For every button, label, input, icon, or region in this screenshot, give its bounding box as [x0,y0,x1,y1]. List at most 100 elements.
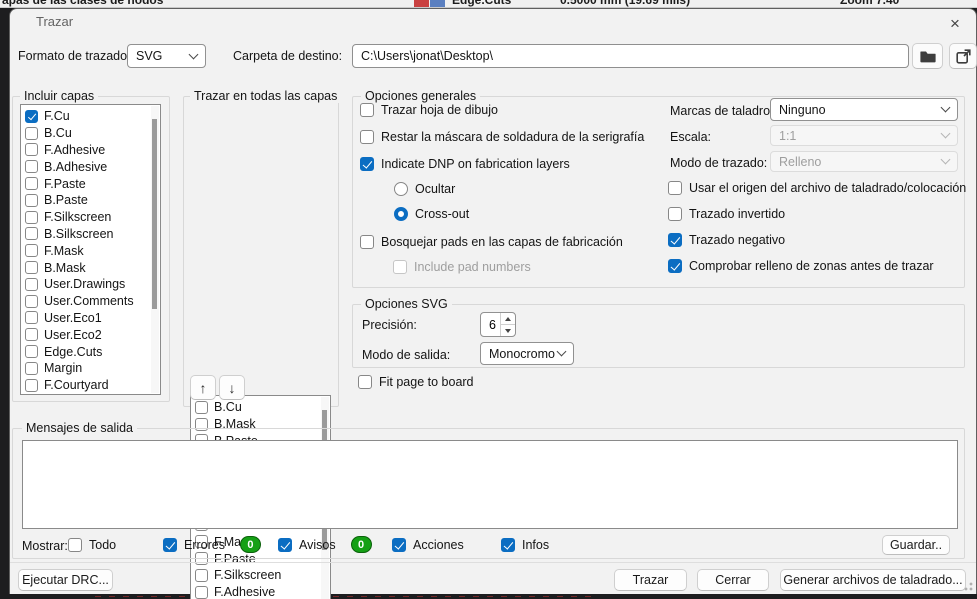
layer-checkbox[interactable] [25,177,38,191]
radio-row[interactable]: Cross-out [394,207,469,221]
fit-page-checkbox-row[interactable]: Fit page to board [358,375,474,389]
browse-folder-button[interactable] [912,43,943,69]
layer-checkbox[interactable] [25,244,38,258]
option-checkbox-row[interactable]: Trazado negativo [668,233,966,247]
layer-list-item[interactable]: B.Cu [195,399,330,416]
layer-list-item[interactable]: User.Eco1 [25,310,160,327]
layer-list-item[interactable]: F.Paste [25,175,160,192]
layer-list-item[interactable]: B.Adhesive [25,158,160,175]
drill-marks-select[interactable]: Ninguno [770,98,958,121]
generate-drill-files-button[interactable]: Generar archivos de taladrado... [780,569,966,591]
checkbox-label: Trazado negativo [689,233,786,247]
checkbox[interactable] [68,537,82,552]
layer-checkbox[interactable] [25,311,38,325]
precision-stepper[interactable]: 6 [480,312,516,337]
option-checkbox-row[interactable]: Comprobar relleno de zonas antes de traz… [668,259,966,273]
layer-checkbox[interactable] [25,227,38,241]
layer-list-item[interactable]: User.Comments [25,293,160,310]
checkbox[interactable] [360,130,374,144]
checkbox[interactable] [668,233,682,247]
plot-format-select[interactable]: SVG [127,44,206,68]
message-filter-row[interactable]: Avisos 0 [278,536,392,553]
layer-list-item[interactable]: Margin [25,360,160,377]
layer-checkbox[interactable] [25,261,38,275]
layer-list-item[interactable]: F.Adhesive [25,142,160,159]
layer-checkbox[interactable] [25,294,38,308]
track-width-fragment: 0.5000 mm (19.69 mils) [560,0,691,7]
layer-checkbox[interactable] [25,160,38,174]
option-checkbox-row[interactable]: Trazar hoja de dibujo [360,103,644,117]
layer-checkbox[interactable] [25,126,38,140]
option-checkbox-row[interactable]: Indicate DNP on fabrication layers [360,157,644,171]
layer-list-item[interactable]: Edge.Cuts [25,343,160,360]
scrollbar-track[interactable] [151,106,159,393]
close-icon[interactable]: × [941,11,969,37]
option-checkbox-row[interactable]: Trazado invertido [668,207,966,221]
checkbox[interactable] [278,537,292,552]
checkbox[interactable] [668,259,682,273]
layer-checkbox[interactable] [25,210,38,224]
option-checkbox-row[interactable]: Restar la máscara de soldadura de la ser… [360,130,644,144]
layer-checkbox[interactable] [25,378,38,392]
layer-list-item[interactable]: User.Eco2 [25,326,160,343]
message-filter-row[interactable]: Acciones [392,537,501,552]
run-drc-button[interactable]: Ejecutar DRC... [18,569,113,591]
close-button[interactable]: Cerrar [697,569,769,591]
layer-checkbox[interactable] [195,400,208,414]
layer-list-item[interactable]: B.Paste [25,192,160,209]
layer-list-item[interactable]: B.Courtyard [25,394,160,395]
layer-checkbox[interactable] [195,585,208,599]
checkbox[interactable] [358,375,372,389]
move-layer-up-button[interactable]: ↑ [190,375,216,400]
general-options-title: Opciones generales [361,89,481,103]
stepper-up-icon[interactable] [501,313,515,325]
layer-list-item[interactable]: F.Mask [25,242,160,259]
stepper-arrows [500,313,515,336]
layer-checkbox[interactable] [25,193,38,207]
layer-checkbox[interactable] [25,143,38,157]
radio-button[interactable] [394,207,408,221]
checkbox[interactable] [668,207,682,221]
radio-button[interactable] [394,182,408,196]
layer-list-item[interactable]: F.Adhesive [195,584,330,599]
option-checkbox-row[interactable]: Usar el origen del archivo de taladrado/… [668,181,966,195]
checkbox[interactable] [501,537,515,552]
layer-label: Margin [44,361,83,376]
checkbox[interactable] [360,103,374,117]
output-messages-textarea[interactable] [22,440,958,529]
layer-list-item[interactable]: F.Silkscreen [195,567,330,584]
plot-button[interactable]: Trazar [614,569,687,591]
layer-checkbox[interactable] [25,361,38,375]
message-filter-row[interactable]: Todo [68,537,163,552]
layer-list-item[interactable]: F.Cu [25,108,160,125]
checkbox[interactable] [163,537,177,552]
layer-list-item[interactable]: B.Mask [25,259,160,276]
save-messages-button[interactable]: Guardar.. [882,535,950,555]
open-output-folder-button[interactable] [949,43,977,69]
resize-grip[interactable] [960,578,974,592]
layer-list-item[interactable]: B.Cu [25,125,160,142]
stepper-down-icon[interactable] [501,325,515,336]
include-layers-list[interactable]: F.Cu B.Cu F.Adhesive B.Adhesive F.Paste [20,104,161,395]
radio-row[interactable]: Ocultar [394,182,469,196]
layer-checkbox[interactable] [25,345,38,359]
layer-list-item[interactable]: User.Drawings [25,276,160,293]
scrollbar-thumb[interactable] [152,119,157,309]
output-mode-select[interactable]: Monocromo [480,342,574,365]
message-filter-row[interactable]: Infos [501,537,549,552]
layer-list-item[interactable]: F.Courtyard [25,377,160,394]
checkbox[interactable] [360,235,374,249]
layer-list-item[interactable]: F.Silkscreen [25,209,160,226]
layer-list-item[interactable]: B.Silkscreen [25,226,160,243]
layer-checkbox[interactable] [25,109,38,123]
move-layer-down-button[interactable]: ↓ [219,375,245,400]
checkbox[interactable] [668,181,682,195]
layer-checkbox[interactable] [25,277,38,291]
output-directory-input[interactable] [352,44,909,68]
checkbox[interactable] [360,157,374,171]
sketch-pads-checkbox-row[interactable]: Bosquejar pads en las capas de fabricaci… [360,235,623,249]
layer-checkbox[interactable] [195,568,208,582]
layer-checkbox[interactable] [25,328,38,342]
message-filter-row[interactable]: Errores 0 [163,536,278,553]
checkbox[interactable] [392,537,406,552]
